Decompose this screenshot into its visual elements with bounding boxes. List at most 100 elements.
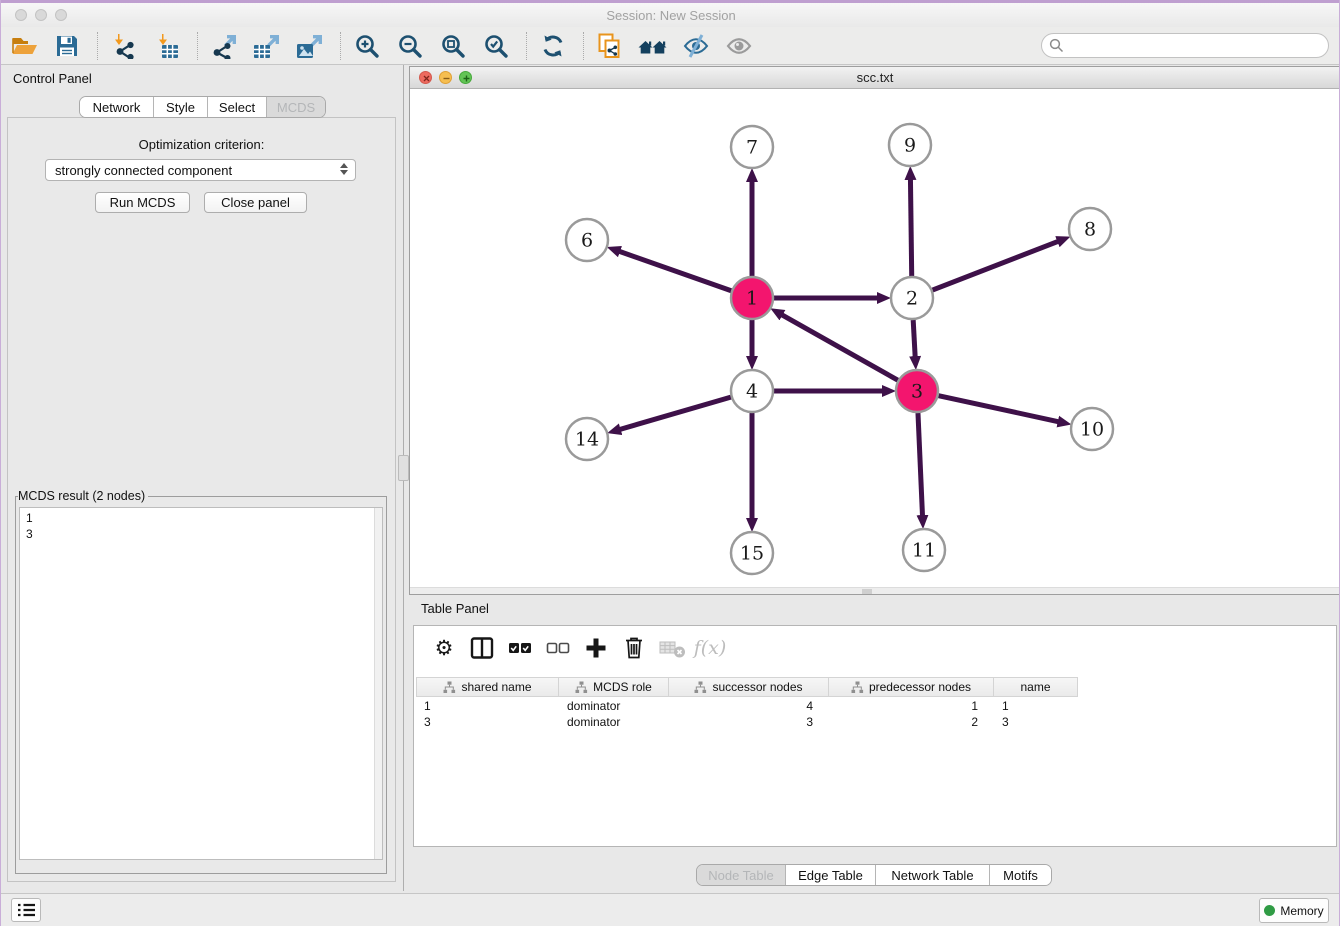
show-graphics-details-button[interactable] bbox=[724, 31, 754, 61]
zoom-fit-content-button[interactable] bbox=[438, 31, 468, 61]
graph-node-label-8: 8 bbox=[1084, 219, 1096, 241]
unchecked-boxes-icon bbox=[546, 641, 570, 655]
hierarchy-icon bbox=[443, 681, 456, 694]
home-icon bbox=[638, 34, 668, 58]
zoom-out-button[interactable] bbox=[395, 31, 425, 61]
column-label: name bbox=[1020, 680, 1050, 694]
column-header-name[interactable]: name bbox=[994, 677, 1078, 697]
save-session-button[interactable] bbox=[52, 31, 82, 61]
graph-edge-1-6[interactable] bbox=[619, 251, 731, 290]
delete-table-button[interactable] bbox=[658, 634, 686, 662]
tab-motifs[interactable]: Motifs bbox=[989, 865, 1051, 885]
graph-node-label-7: 7 bbox=[746, 137, 758, 159]
splitter-handle[interactable] bbox=[398, 455, 409, 481]
function-builder-button[interactable]: f(x) bbox=[696, 634, 724, 662]
mcds-result-box: MCDS result (2 nodes) 1 3 bbox=[15, 489, 387, 874]
export-network-button[interactable] bbox=[209, 31, 239, 61]
graph-node-label-3: 3 bbox=[911, 381, 923, 403]
column-header-predecessor-nodes[interactable]: predecessor nodes bbox=[829, 677, 994, 697]
save-floppy-icon bbox=[55, 34, 79, 58]
control-panel-header: Control Panel ✖ bbox=[1, 65, 403, 91]
cell-mcds-role: dominator bbox=[559, 715, 669, 729]
import-network-file-button[interactable] bbox=[109, 31, 139, 61]
cell-name: 3 bbox=[994, 715, 1078, 729]
network-from-file-button[interactable] bbox=[595, 31, 625, 61]
column-label: successor nodes bbox=[712, 680, 802, 694]
show-columns-button[interactable] bbox=[468, 634, 496, 662]
table-panel-header: Table Panel ✖ bbox=[409, 595, 1340, 621]
tab-network-table[interactable]: Network Table bbox=[875, 865, 989, 885]
home-button[interactable] bbox=[638, 31, 668, 61]
graph-node-label-2: 2 bbox=[906, 288, 918, 310]
select-all-rows-button[interactable] bbox=[506, 634, 534, 662]
graph-node-label-1: 1 bbox=[746, 288, 758, 310]
main-toolbar bbox=[1, 27, 1340, 65]
hide-graphics-details-button[interactable] bbox=[681, 31, 711, 61]
network-window-titlebar[interactable]: scc.txt bbox=[410, 67, 1340, 89]
task-history-button[interactable] bbox=[11, 898, 41, 922]
column-label: predecessor nodes bbox=[869, 680, 971, 694]
mcds-result-list[interactable]: 1 3 bbox=[19, 507, 383, 860]
tab-style[interactable]: Style bbox=[153, 97, 207, 117]
tab-select[interactable]: Select bbox=[207, 97, 266, 117]
deselect-all-rows-button[interactable] bbox=[544, 634, 572, 662]
result-scrollbar[interactable] bbox=[374, 508, 382, 859]
title-bar: Session: New Session bbox=[1, 3, 1340, 27]
table-row[interactable]: 3 dominator 3 2 3 bbox=[416, 714, 1078, 730]
column-label: shared name bbox=[461, 680, 531, 694]
network-hscrollbar[interactable] bbox=[410, 587, 1340, 594]
toolbar-separator bbox=[340, 32, 341, 60]
export-table-button[interactable] bbox=[252, 31, 282, 61]
memory-button[interactable]: Memory bbox=[1259, 898, 1329, 923]
table-settings-button[interactable]: ⚙ bbox=[430, 634, 458, 662]
table-row[interactable]: 1 dominator 4 1 1 bbox=[416, 698, 1078, 714]
search-input[interactable] bbox=[1068, 36, 1328, 56]
export-table-icon bbox=[253, 33, 281, 59]
create-column-button[interactable] bbox=[582, 634, 610, 662]
result-line: 1 bbox=[26, 510, 382, 526]
optimization-criterion-label: Optimization criterion: bbox=[7, 137, 396, 152]
criterion-select[interactable]: strongly connected component bbox=[45, 159, 356, 181]
zoom-in-button[interactable] bbox=[352, 31, 382, 61]
column-header-mcds-role[interactable]: MCDS role bbox=[559, 677, 669, 697]
delete-columns-button[interactable] bbox=[620, 634, 648, 662]
graph-edge-3-10[interactable] bbox=[938, 396, 1058, 422]
apply-layout-button[interactable] bbox=[538, 31, 568, 61]
graph-node-label-9: 9 bbox=[904, 135, 916, 157]
hierarchy-icon bbox=[694, 681, 707, 694]
network-canvas[interactable]: 7968124314101511 bbox=[410, 89, 1340, 594]
graph-edge-3-11[interactable] bbox=[918, 413, 923, 516]
criterion-value: strongly connected component bbox=[55, 163, 232, 178]
cell-mcds-role: dominator bbox=[559, 699, 669, 713]
hierarchy-icon bbox=[851, 681, 864, 694]
column-header-shared-name[interactable]: shared name bbox=[416, 677, 559, 697]
open-session-button[interactable] bbox=[9, 31, 39, 61]
export-network-icon bbox=[211, 33, 238, 59]
tab-node-table[interactable]: Node Table bbox=[697, 865, 785, 885]
open-folder-icon bbox=[11, 34, 38, 58]
graph-edge-4-14[interactable] bbox=[620, 397, 731, 429]
run-mcds-button[interactable]: Run MCDS bbox=[95, 192, 190, 213]
close-panel-button[interactable]: Close panel bbox=[204, 192, 307, 213]
graph-edge-3-1[interactable] bbox=[782, 315, 898, 381]
tab-mcds[interactable]: MCDS bbox=[266, 97, 325, 117]
tab-network[interactable]: Network bbox=[80, 97, 153, 117]
graph-edge-2-3[interactable] bbox=[913, 320, 915, 357]
search-icon bbox=[1049, 38, 1064, 53]
cell-shared-name: 3 bbox=[416, 715, 559, 729]
eye-slash-icon bbox=[682, 33, 710, 59]
tab-edge-table[interactable]: Edge Table bbox=[785, 865, 875, 885]
network-window-title: scc.txt bbox=[410, 70, 1340, 85]
zoom-selected-button[interactable] bbox=[481, 31, 511, 61]
app-title: Session: New Session bbox=[1, 8, 1340, 23]
eye-icon bbox=[725, 33, 753, 59]
table-panel-title: Table Panel bbox=[421, 601, 489, 616]
graph-edge-2-8[interactable] bbox=[933, 241, 1059, 290]
memory-label: Memory bbox=[1280, 904, 1323, 918]
column-header-successor-nodes[interactable]: successor nodes bbox=[669, 677, 829, 697]
application-window: Session: New Session bbox=[0, 0, 1340, 926]
graph-edge-2-9[interactable] bbox=[910, 179, 911, 276]
import-table-file-button[interactable] bbox=[152, 31, 182, 61]
hierarchy-icon bbox=[575, 681, 588, 694]
export-image-button[interactable] bbox=[295, 31, 325, 61]
